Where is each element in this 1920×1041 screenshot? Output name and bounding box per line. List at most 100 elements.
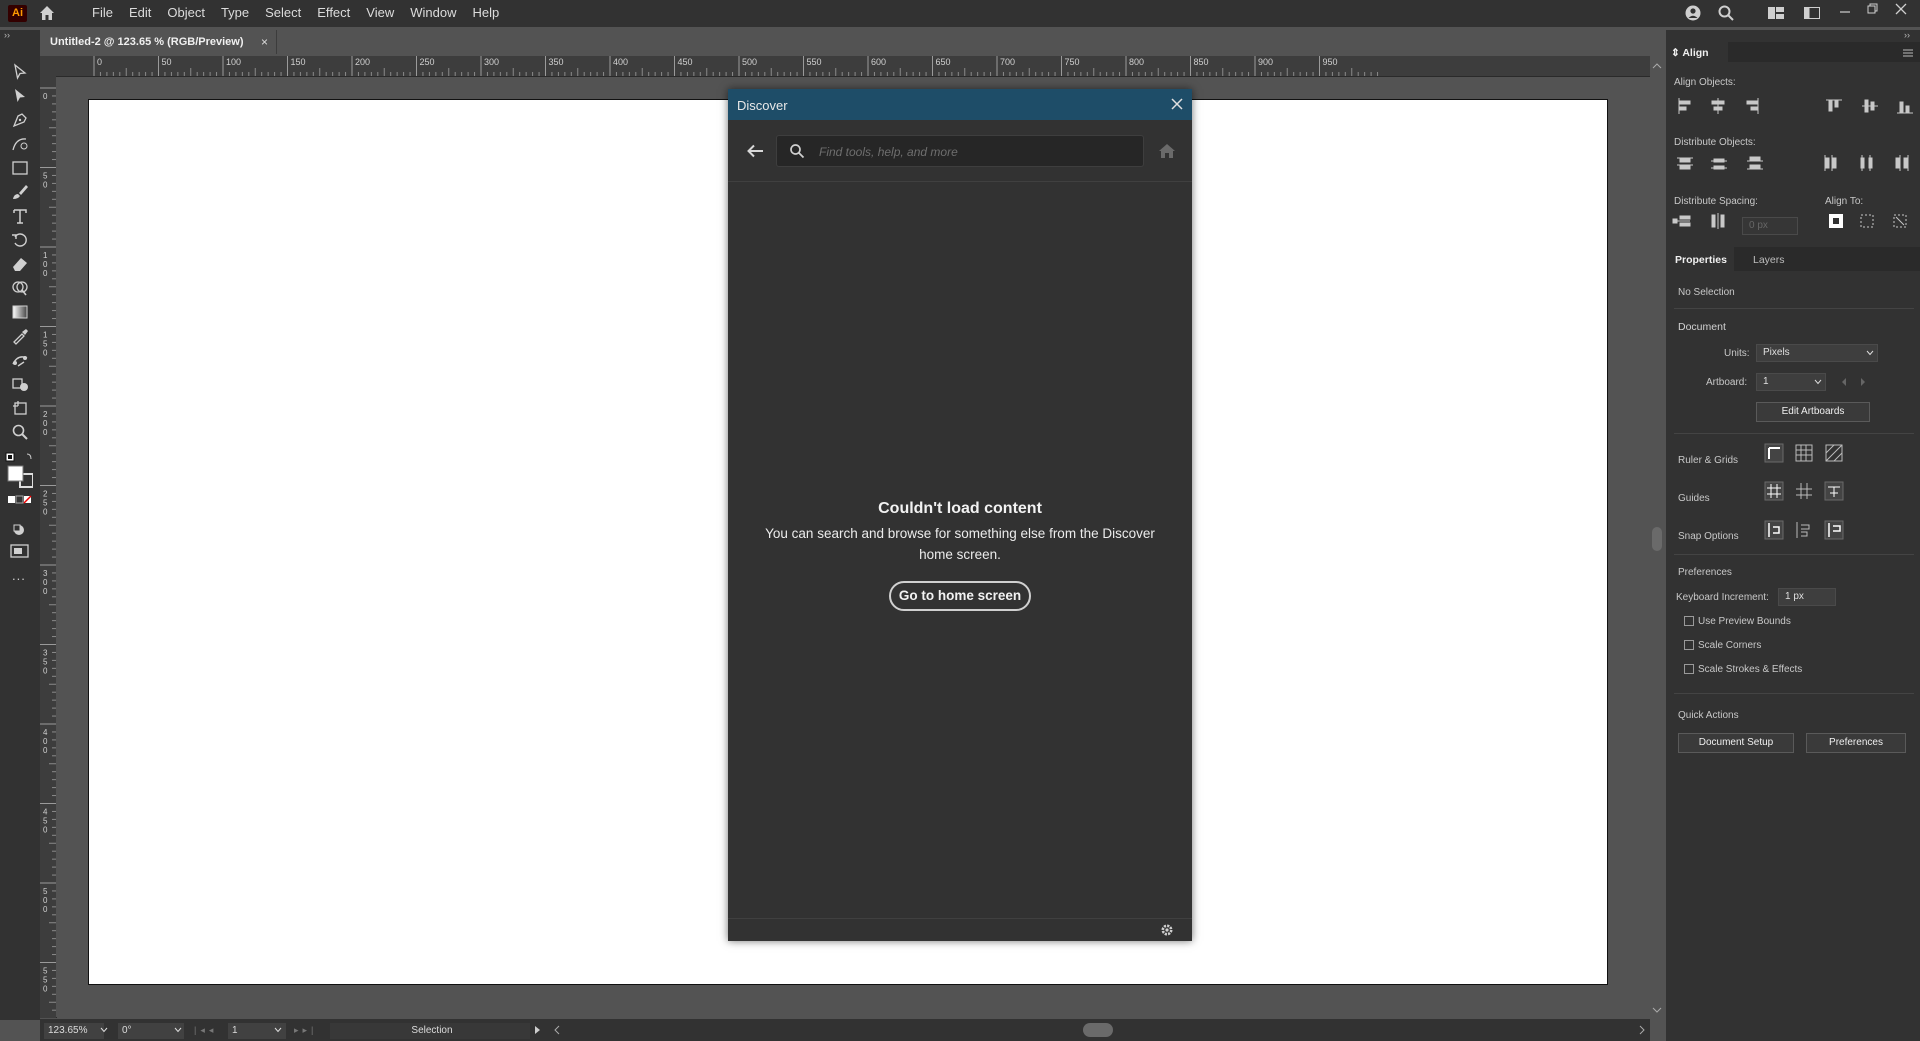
pen-icon[interactable] [10,110,30,130]
workspace-switcher-icon[interactable] [1768,7,1784,19]
paintbrush-icon[interactable] [10,182,30,202]
artboard-nav-first-prev-icons[interactable]: |◂◂ [194,1025,217,1036]
status-menu-arrow-icon[interactable] [534,1025,542,1035]
curvature-icon[interactable] [10,134,30,154]
edit-artboards-button[interactable]: Edit Artboards [1756,402,1870,422]
use-preview-bounds-checkbox[interactable] [1684,616,1694,626]
horizontal-ruler[interactable]: 0 50 100 150 200 250 300 350 400 450 500 550 600 650 7… [56,56,1650,77]
chevron-down-icon[interactable] [1814,379,1822,385]
restore-icon[interactable] [1867,3,1879,15]
close-icon[interactable] [1170,97,1184,111]
horizontal-distribute-space-icon[interactable] [1711,213,1725,229]
discover-home-icon[interactable] [1158,143,1176,159]
shape-builder-icon[interactable] [10,278,30,298]
horizontal-align-center-icon[interactable] [1711,98,1725,114]
menu-object[interactable]: Object [159,0,213,27]
transparency-grid-icon[interactable] [1825,444,1843,462]
current-tool-field[interactable]: Selection [330,1023,530,1039]
chevron-down-icon[interactable] [100,1027,108,1033]
account-icon[interactable] [1684,4,1702,22]
fill-stroke-swatches[interactable] [5,452,33,516]
discover-search-input[interactable] [817,142,1131,162]
snap-to-grid-icon[interactable] [1796,522,1810,538]
rotate-icon[interactable] [10,230,30,250]
document-setup-button[interactable]: Document Setup [1678,733,1794,753]
vertical-ruler[interactable]: 050100150200250300350400450500550 [40,76,57,1018]
menu-view[interactable]: View [358,0,402,27]
align-to-key-object-icon[interactable] [1829,214,1843,228]
vertical-align-top-icon[interactable] [1826,99,1842,112]
artboard-icon[interactable] [10,398,30,418]
document-tab-title[interactable]: Untitled-2 @ 123.65 % (RGB/Preview) [50,36,244,48]
zoom-icon[interactable] [10,422,30,442]
minimize-icon[interactable] [1839,5,1851,17]
ruler-origin[interactable] [40,56,56,76]
rectangle-icon[interactable] [10,158,30,178]
menu-type[interactable]: Type [213,0,257,27]
menu-select[interactable]: Select [257,0,309,27]
horizontal-align-left-icon[interactable] [1678,98,1691,114]
align-to-artboard-icon[interactable] [1893,214,1907,228]
collapse-panels-icon[interactable]: ›› [1904,30,1910,40]
scale-strokes-effects-label[interactable]: Scale Strokes & Effects [1698,664,1802,675]
horizontal-distribute-left-icon[interactable] [1824,155,1837,171]
align-to-selection-icon[interactable] [1860,214,1874,228]
zoom-level-field[interactable]: 123.65% [44,1023,104,1039]
units-dropdown[interactable]: Pixels [1756,344,1878,362]
vertical-align-center-icon[interactable] [1862,99,1878,113]
artboard-nav-next-last-icons[interactable]: ▸▸| [294,1025,317,1036]
scroll-right-icon[interactable] [1638,1025,1646,1035]
more-tools-icon[interactable]: ... [12,568,26,583]
scroll-up-icon[interactable] [1652,62,1662,70]
vertical-align-bottom-icon[interactable] [1897,101,1913,114]
horizontal-distribute-right-icon[interactable] [1895,155,1909,171]
discover-header[interactable] [728,89,1192,120]
window-close-icon[interactable] [1895,3,1907,15]
use-preview-bounds-label[interactable]: Use Preview Bounds [1698,616,1791,627]
scale-corners-checkbox[interactable] [1684,640,1694,650]
vertical-distribute-center-icon[interactable] [1711,158,1727,170]
home-icon[interactable] [38,4,56,22]
menu-file[interactable]: File [84,0,121,27]
ruler-icon[interactable] [1764,443,1784,463]
search-icon[interactable] [1717,4,1735,22]
screen-mode-icon[interactable] [10,543,30,559]
puppet-warp-icon[interactable] [10,350,30,370]
scale-corners-label[interactable]: Scale Corners [1698,640,1761,651]
discover-search-box[interactable] [776,135,1144,167]
menu-edit[interactable]: Edit [121,0,159,27]
properties-tab-label[interactable]: Properties [1675,254,1727,266]
eraser-icon[interactable] [10,254,30,274]
horizontal-distribute-center-icon[interactable] [1860,155,1873,171]
menu-window[interactable]: Window [402,0,464,27]
gear-icon[interactable] [1160,923,1174,937]
scale-strokes-effects-checkbox[interactable] [1684,664,1694,674]
back-arrow-icon[interactable] [746,144,764,158]
next-artboard-icon[interactable] [1860,378,1866,386]
vertical-distribute-space-icon[interactable] [1672,215,1691,227]
keyboard-increment-field[interactable]: 1 px [1778,588,1836,606]
vertical-distribute-bottom-icon[interactable] [1747,156,1763,170]
go-to-home-screen-button[interactable]: Go to home screen [889,581,1031,611]
preferences-button[interactable]: Preferences [1806,733,1906,753]
chevron-down-icon[interactable] [274,1027,282,1033]
document-tab-close-icon[interactable]: × [261,35,268,49]
chevron-down-icon[interactable] [174,1027,182,1033]
scroll-left-icon[interactable] [553,1025,561,1035]
show-guides-icon[interactable] [1764,481,1784,501]
vertical-distribute-top-icon[interactable] [1677,157,1693,170]
draw-mode-icon[interactable] [11,522,29,538]
arrange-documents-icon[interactable] [1804,7,1820,19]
snap-to-pixel-icon[interactable] [1824,520,1844,540]
gradient-icon[interactable] [10,302,30,322]
panel-menu-icon[interactable] [1903,49,1913,57]
eyedropper-icon[interactable] [10,326,30,346]
vertical-scroll-thumb[interactable] [1652,527,1662,551]
lock-guides-icon[interactable] [1796,483,1812,499]
menu-effect[interactable]: Effect [309,0,358,27]
chevron-down-icon[interactable] [1866,350,1874,356]
scroll-down-icon[interactable] [1652,1006,1662,1014]
horizontal-align-right-icon[interactable] [1746,98,1759,114]
menu-help[interactable]: Help [464,0,507,27]
horizontal-scroll-thumb[interactable] [1083,1023,1113,1037]
